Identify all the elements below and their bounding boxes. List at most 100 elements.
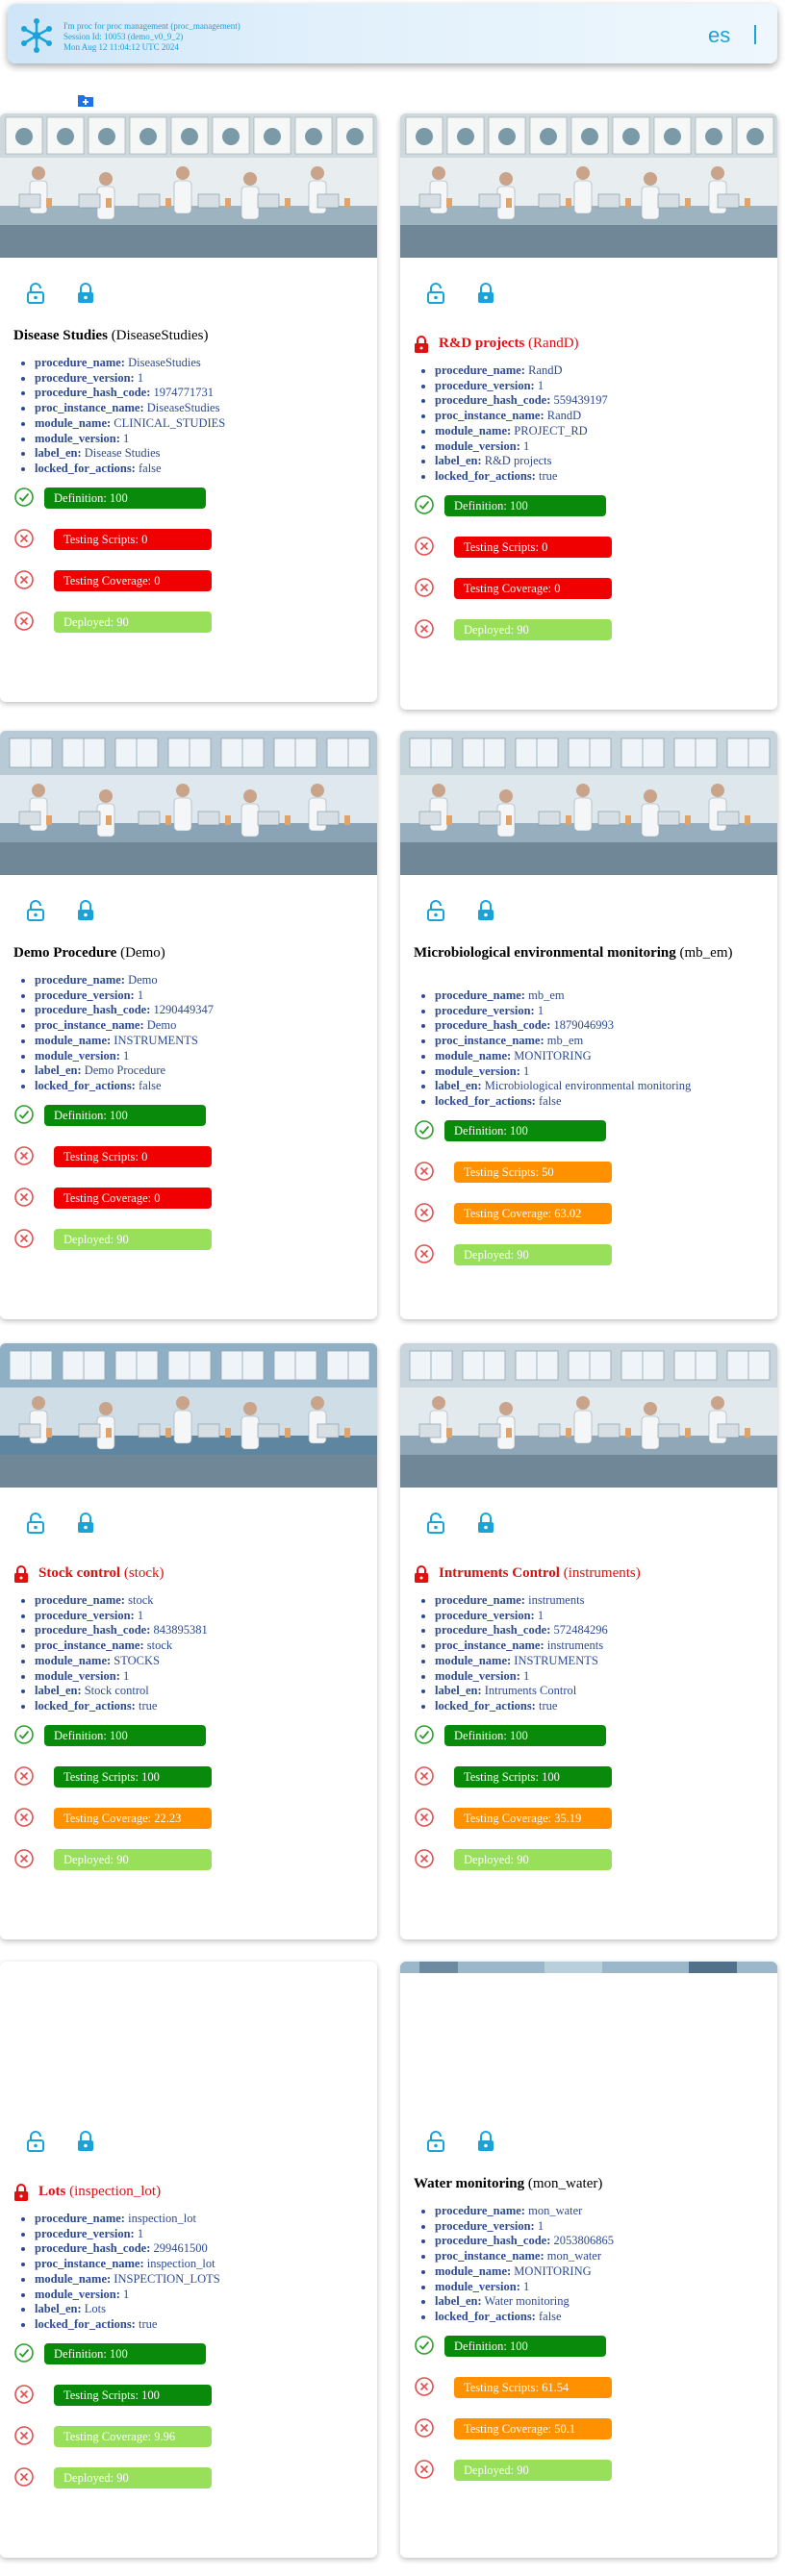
property-key: procedure_hash_code:: [35, 2241, 151, 2256]
stage-badge[interactable]: Definition: 100: [444, 2335, 606, 2357]
property-item: proc_instance_name: inspection_lot: [35, 2257, 220, 2272]
unlock-icon[interactable]: [27, 1513, 44, 1534]
property-item: proc_instance_name: RandD: [435, 409, 608, 424]
property-value: MONITORING: [514, 2263, 592, 2278]
lock-icon[interactable]: [77, 900, 94, 921]
property-value: INSTRUMENTS: [514, 1653, 598, 1667]
stage-badge[interactable]: Definition: 100: [444, 494, 606, 516]
property-value: inspection_lot: [128, 2212, 196, 2225]
stage-badge[interactable]: Testing Coverage: 35.19: [454, 1807, 612, 1829]
property-item: module_name: MONITORING: [435, 2264, 614, 2280]
property-value: stock: [146, 1638, 173, 1653]
property-key: procedure_hash_code:: [435, 2234, 551, 2248]
property-item: label_en: Intruments Control: [435, 1684, 608, 1699]
locked-icon: [414, 1564, 429, 1583]
property-item: label_en: Stock control: [35, 1684, 208, 1699]
x-icon: [13, 1145, 35, 1166]
property-key: label_en:: [435, 1684, 482, 1698]
stage-badge[interactable]: Testing Scripts: 100: [54, 2384, 212, 2406]
lock-icon[interactable]: [77, 2131, 94, 2152]
stage-badge[interactable]: Deployed: 90: [454, 2459, 612, 2481]
property-item: module_version: 1: [435, 439, 608, 455]
procedure-code: (DiseaseStudies): [111, 328, 209, 343]
property-value: mb_em: [528, 988, 565, 1002]
stage-badge[interactable]: Testing Coverage: 9.96: [54, 2425, 212, 2447]
property-value: mb_em: [546, 1034, 584, 1048]
procedure-card: Demo Procedure (Demo) procedure_name: Dem…: [0, 731, 377, 1319]
property-item: module_name: INSPECTION_LOTS: [35, 2272, 220, 2288]
stage-badge[interactable]: Definition: 100: [444, 1119, 606, 1141]
procedure-title: Water monitoring (mon_water): [414, 2175, 602, 2193]
menu-toggle-icon[interactable]: [754, 25, 756, 44]
procedure-title: Intruments Control (instruments): [414, 1564, 641, 1583]
property-item: module_version: 1: [435, 1064, 691, 1080]
procedure-name: Water monitoring: [414, 2176, 525, 2191]
unlock-icon[interactable]: [427, 2131, 444, 2152]
property-key: label_en:: [35, 446, 82, 461]
property-key: proc_instance_name:: [435, 2249, 544, 2263]
property-item: procedure_name: Demo: [35, 973, 214, 988]
stage-badge[interactable]: Testing Scripts: 100: [54, 1765, 212, 1788]
stage-badge[interactable]: Deployed: 90: [54, 2466, 212, 2488]
stage-badge[interactable]: Testing Coverage: 0: [454, 577, 612, 599]
stage-badge[interactable]: Testing Scripts: 100: [454, 1765, 612, 1788]
unlock-icon[interactable]: [427, 900, 444, 921]
stage-badge[interactable]: Definition: 100: [44, 487, 206, 509]
lock-icon[interactable]: [77, 283, 94, 304]
stage-badge[interactable]: Testing Scripts: 61.54: [454, 2376, 612, 2398]
property-item: locked_for_actions: true: [435, 469, 608, 485]
stage-badge[interactable]: Testing Coverage: 50.1: [454, 2417, 612, 2439]
x-icon: [414, 536, 435, 557]
procedure-code: (mb_em): [679, 945, 733, 961]
stage-badge[interactable]: Deployed: 90: [54, 1848, 212, 1870]
stage-badge[interactable]: Testing Coverage: 0: [54, 569, 212, 591]
stage-badge[interactable]: Deployed: 90: [454, 1848, 612, 1870]
stage-badge[interactable]: Deployed: 90: [454, 1243, 612, 1265]
property-value: 1: [523, 1668, 530, 1683]
stage-badge[interactable]: Definition: 100: [44, 2342, 206, 2364]
lock-icon[interactable]: [477, 1513, 494, 1534]
unlock-icon[interactable]: [427, 1513, 444, 1534]
stage-badge[interactable]: Testing Scripts: 50: [454, 1161, 612, 1183]
property-key: module_name:: [35, 415, 112, 430]
property-key: module_version:: [35, 1048, 120, 1063]
property-item: module_version: 1: [35, 432, 225, 447]
stage-badge[interactable]: Testing Scripts: 0: [454, 536, 612, 558]
stage-badge[interactable]: Testing Scripts: 0: [54, 1145, 212, 1167]
property-key: proc_instance_name:: [35, 2257, 144, 2271]
property-item: module_version: 1: [35, 2288, 220, 2303]
stage-badge[interactable]: Deployed: 90: [54, 611, 212, 633]
stage-badge[interactable]: Definition: 100: [44, 1724, 206, 1746]
property-item: module_name: INSTRUMENTS: [435, 1654, 608, 1669]
stage-badge[interactable]: Definition: 100: [444, 1724, 606, 1746]
stage-badge[interactable]: Testing Coverage: 22.23: [54, 1807, 212, 1829]
stage-badge[interactable]: Testing Scripts: 0: [54, 528, 212, 550]
lock-icon[interactable]: [477, 2131, 494, 2152]
property-value: Disease Studies: [84, 446, 161, 461]
property-value: mon_water: [546, 2249, 602, 2263]
x-icon: [13, 2466, 35, 2488]
x-icon: [13, 528, 35, 549]
stage-badge[interactable]: Deployed: 90: [454, 618, 612, 640]
x-icon: [414, 2376, 435, 2397]
language-toggle-button[interactable]: es: [708, 23, 730, 48]
property-item: label_en: Lots: [35, 2302, 220, 2317]
stage-badge[interactable]: Testing Coverage: 63.02: [454, 1202, 612, 1224]
procedure-code: (Demo): [120, 945, 165, 961]
stage-badge[interactable]: Testing Coverage: 0: [54, 1187, 212, 1209]
property-key: module_version:: [435, 1063, 520, 1078]
property-item: module_version: 1: [435, 1669, 608, 1685]
lock-icon[interactable]: [477, 283, 494, 304]
lock-icon[interactable]: [477, 900, 494, 921]
stage-badge[interactable]: Definition: 100: [44, 1104, 206, 1126]
unlock-icon[interactable]: [27, 283, 44, 304]
add-folder-icon[interactable]: [77, 92, 94, 108]
x-icon: [13, 1228, 35, 1249]
unlock-icon[interactable]: [427, 283, 444, 304]
x-icon: [414, 1765, 435, 1787]
unlock-icon[interactable]: [27, 2131, 44, 2152]
stage-badge[interactable]: Deployed: 90: [54, 1228, 212, 1250]
property-value: instruments: [546, 1638, 604, 1653]
unlock-icon[interactable]: [27, 900, 44, 921]
lock-icon[interactable]: [77, 1513, 94, 1534]
